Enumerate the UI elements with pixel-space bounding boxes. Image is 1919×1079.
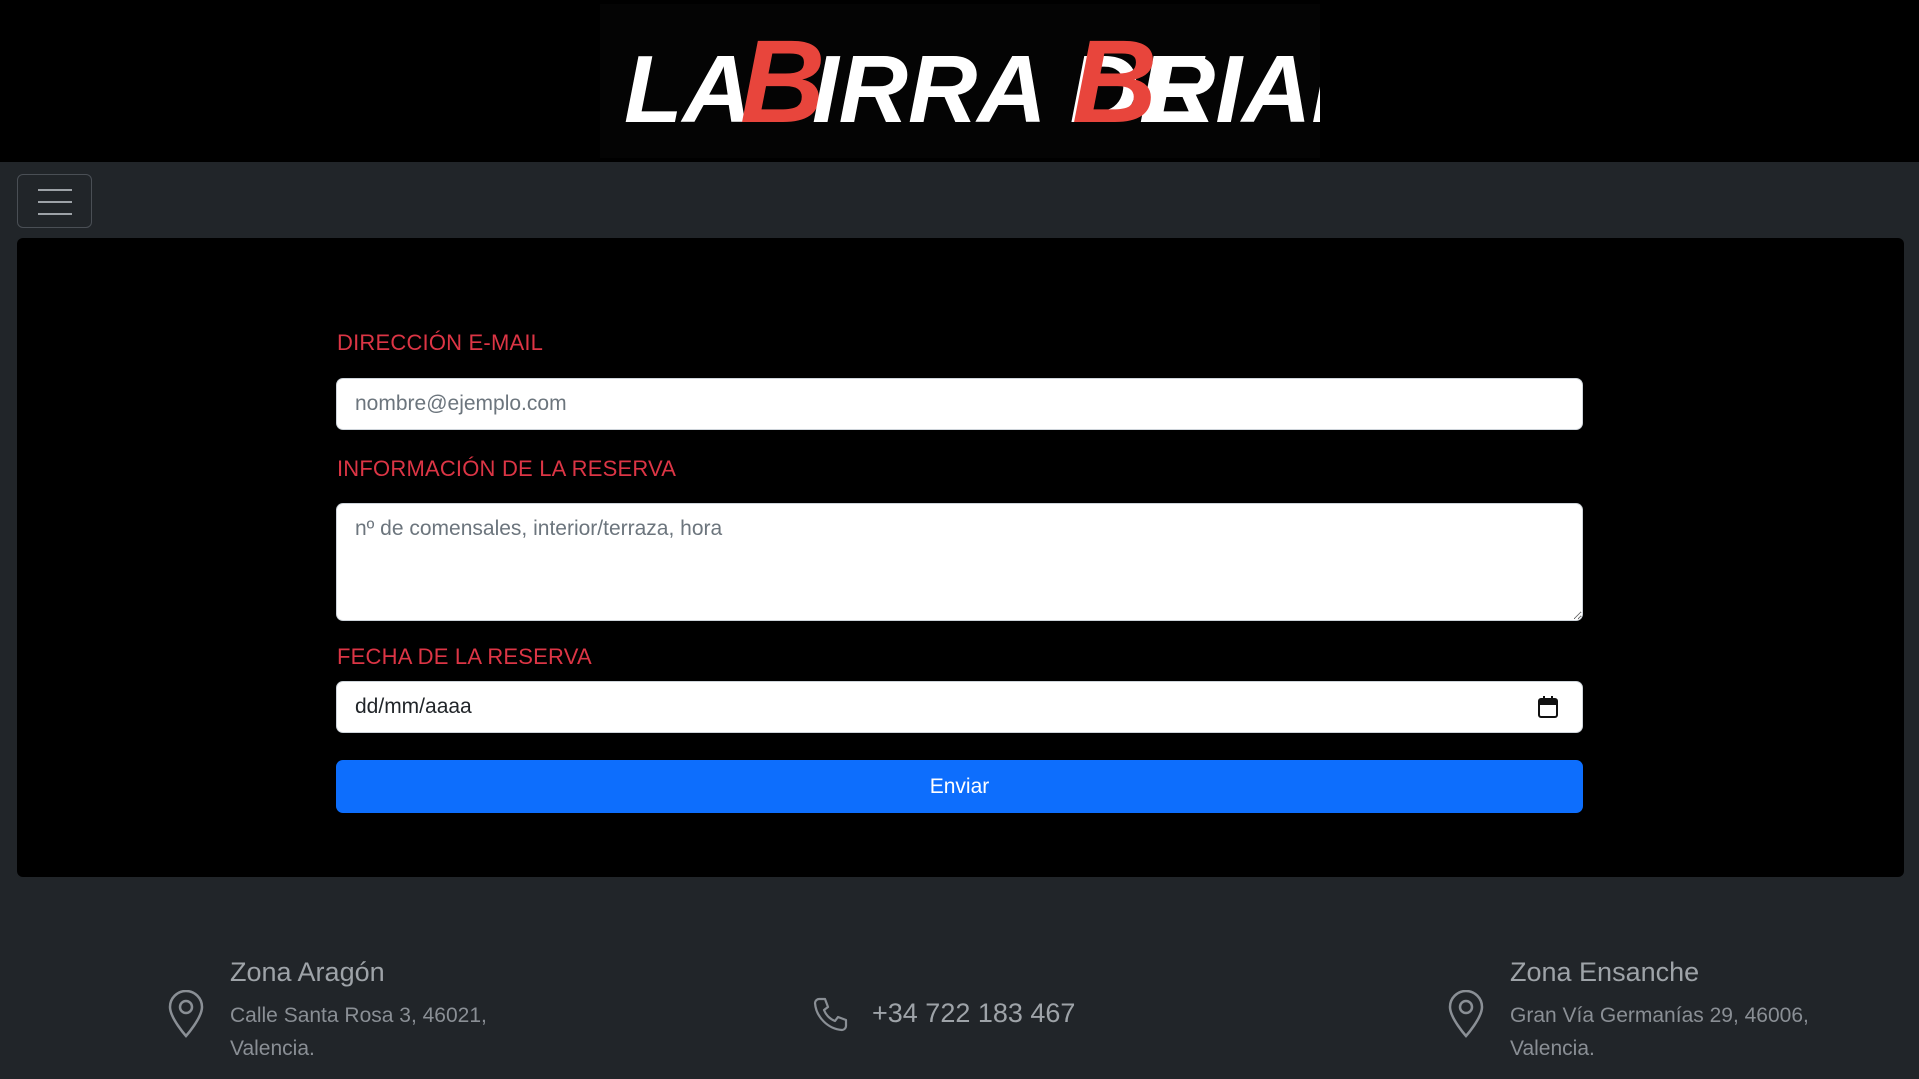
reservation-date-field[interactable]: dd/mm/aaaa [336, 681, 1583, 733]
footer-location-aragon: Zona Aragón Calle Santa Rosa 3, 46021, V… [230, 957, 487, 1065]
phone-icon [813, 997, 848, 1032]
email-field[interactable] [336, 378, 1583, 430]
logo-letter-b2: B [1072, 16, 1157, 148]
location-pin-icon [1448, 990, 1484, 1038]
date-placeholder: dd/mm/aaaa [355, 695, 472, 718]
location-address-line1: Calle Santa Rosa 3, 46021, [230, 1004, 487, 1027]
email-label: DIRECCIÓN E-MAIL [337, 330, 544, 355]
location-title: Zona Aragón [230, 957, 385, 987]
footer-phone[interactable]: +34 722 183 467 [872, 998, 1075, 1029]
logo-word-la: LA [624, 36, 752, 143]
reservation-form-card: DIRECCIÓN E-MAIL INFORMACIÓN DE LA RESER… [17, 238, 1904, 877]
reservation-info-label: INFORMACIÓN DE LA RESERVA [337, 456, 677, 481]
navbar-toggler-button[interactable] [17, 174, 92, 228]
hamburger-icon [38, 189, 72, 191]
logo-graphic: LA B IRRA DE B RIAN [624, 16, 1320, 148]
location-address-line1: Gran Vía Germanías 29, 46006, [1510, 1004, 1809, 1027]
site-logo[interactable]: LA B IRRA DE B RIAN [600, 4, 1320, 158]
location-pin-icon [168, 990, 204, 1038]
site-header: LA B IRRA DE B RIAN [0, 0, 1919, 162]
reservation-info-textarea[interactable] [336, 503, 1583, 621]
reservation-date-label: FECHA DE LA RESERVA [337, 644, 592, 669]
location-address-line2: Valencia. [1510, 1037, 1595, 1060]
logo-word-rian: RIAN [1146, 36, 1320, 143]
navbar [0, 162, 1919, 238]
location-address-line2: Valencia. [230, 1037, 315, 1060]
calendar-icon[interactable] [1538, 696, 1558, 718]
footer-location-ensanche: Zona Ensanche Gran Vía Germanías 29, 460… [1510, 957, 1809, 1065]
submit-button[interactable]: Enviar [336, 760, 1583, 813]
location-title: Zona Ensanche [1510, 957, 1700, 987]
